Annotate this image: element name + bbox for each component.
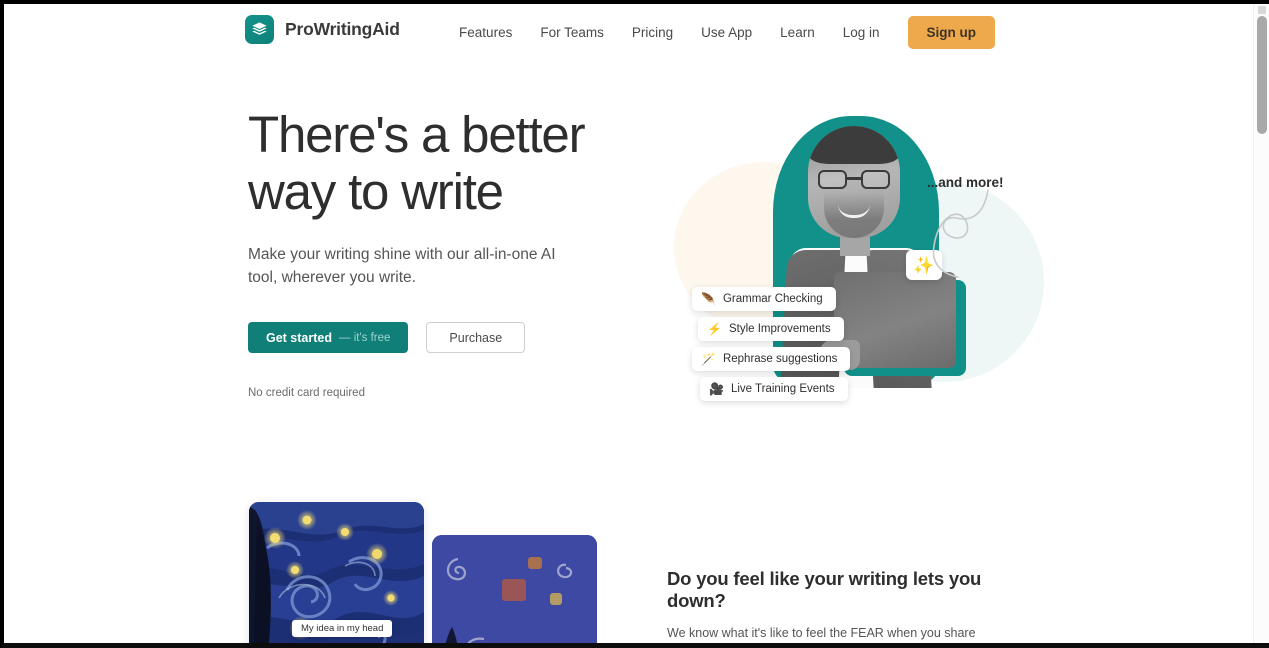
feature-chip-label: Grammar Checking: [722, 293, 823, 305]
feature-chip-label: Rephrase suggestions: [722, 353, 838, 365]
feature-chip-rephrase-suggestions[interactable]: 🪄 Rephrase suggestions: [692, 347, 851, 371]
browser-window: ProWritingAid Features For Teams Pricing…: [0, 0, 1269, 648]
section-two-body: We know what it's like to feel the FEAR …: [667, 626, 976, 640]
section-two-copy: Do you feel like your writing lets you d…: [667, 568, 1012, 643]
get-started-label: Get started: [266, 330, 332, 345]
feature-chip-list: 🪶 Grammar Checking ⚡ Style Improvements …: [692, 287, 851, 407]
lightning-bolt-icon: ⚡: [707, 322, 722, 336]
nav-link-learn[interactable]: Learn: [766, 19, 829, 46]
brand-logo[interactable]: ProWritingAid: [245, 15, 400, 44]
video-camera-icon: 🎥: [709, 382, 724, 396]
glasses-lens-right: [861, 170, 890, 189]
nav-link-for-teams[interactable]: For Teams: [526, 19, 618, 46]
glasses-lens-left: [818, 170, 847, 189]
section-writing-lets-you-down: My idea in my head Do you feel like your…: [4, 480, 1253, 643]
feature-chip-style-improvements[interactable]: ⚡ Style Improvements: [698, 317, 844, 341]
feature-chip-label: Live Training Events: [730, 383, 835, 395]
person-hair: [808, 126, 900, 164]
starry-night-artwork: My idea in my head: [249, 502, 424, 643]
glasses-bridge: [847, 177, 861, 180]
crude-redraw-artwork: [432, 535, 597, 643]
glasses-icon: [818, 170, 890, 189]
section-two-title: Do you feel like your writing lets you d…: [667, 568, 982, 611]
feather-pen-icon: 🪶: [701, 292, 716, 306]
feature-chip-grammar-checking[interactable]: 🪶 Grammar Checking: [692, 287, 836, 311]
nav-link-use-app[interactable]: Use App: [687, 19, 766, 46]
curly-pointer-icon: [932, 189, 989, 278]
feature-chip-live-training-events[interactable]: 🎥 Live Training Events: [700, 377, 848, 401]
hero-title: There's a better way to write: [248, 106, 586, 220]
brand-name: ProWritingAid: [285, 19, 400, 39]
crude-painting: [432, 535, 597, 643]
feature-chip-label: Style Improvements: [728, 323, 831, 335]
hero-actions: Get started — it's free Purchase: [248, 322, 648, 353]
nav-link-features[interactable]: Features: [445, 19, 526, 46]
person-head: [808, 126, 900, 238]
hero-copy: There's a better way to write Make your …: [248, 106, 648, 399]
hero-illustration: ✨ ...and more! 🪶 Grammar Checking ⚡ Styl…: [664, 102, 1044, 442]
nav-link-pricing[interactable]: Pricing: [618, 19, 687, 46]
stacked-pages-logo-icon: [245, 15, 274, 44]
get-started-note: — it's free: [339, 331, 391, 344]
site-header: ProWritingAid Features For Teams Pricing…: [4, 4, 1253, 60]
vertical-scrollbar[interactable]: [1253, 4, 1269, 643]
sign-up-button[interactable]: Sign up: [907, 15, 995, 49]
purchase-button[interactable]: Purchase: [426, 322, 526, 353]
main-navigation: Features For Teams Pricing Use App Learn…: [445, 4, 995, 60]
page-viewport: ProWritingAid Features For Teams Pricing…: [4, 4, 1253, 643]
hero-section: There's a better way to write Make your …: [4, 60, 1253, 480]
idea-in-my-head-label: My idea in my head: [292, 620, 393, 637]
nav-link-log-in[interactable]: Log in: [829, 19, 894, 46]
get-started-button[interactable]: Get started — it's free: [248, 322, 409, 353]
no-credit-card-note: No credit card required: [248, 387, 365, 399]
scrollbar-thumb[interactable]: [1257, 16, 1267, 134]
scrollbar-up-arrow-icon[interactable]: [1258, 6, 1266, 14]
magic-wand-icon: 🪄: [701, 352, 716, 366]
hero-subtitle: Make your writing shine with our all-in-…: [248, 246, 556, 286]
